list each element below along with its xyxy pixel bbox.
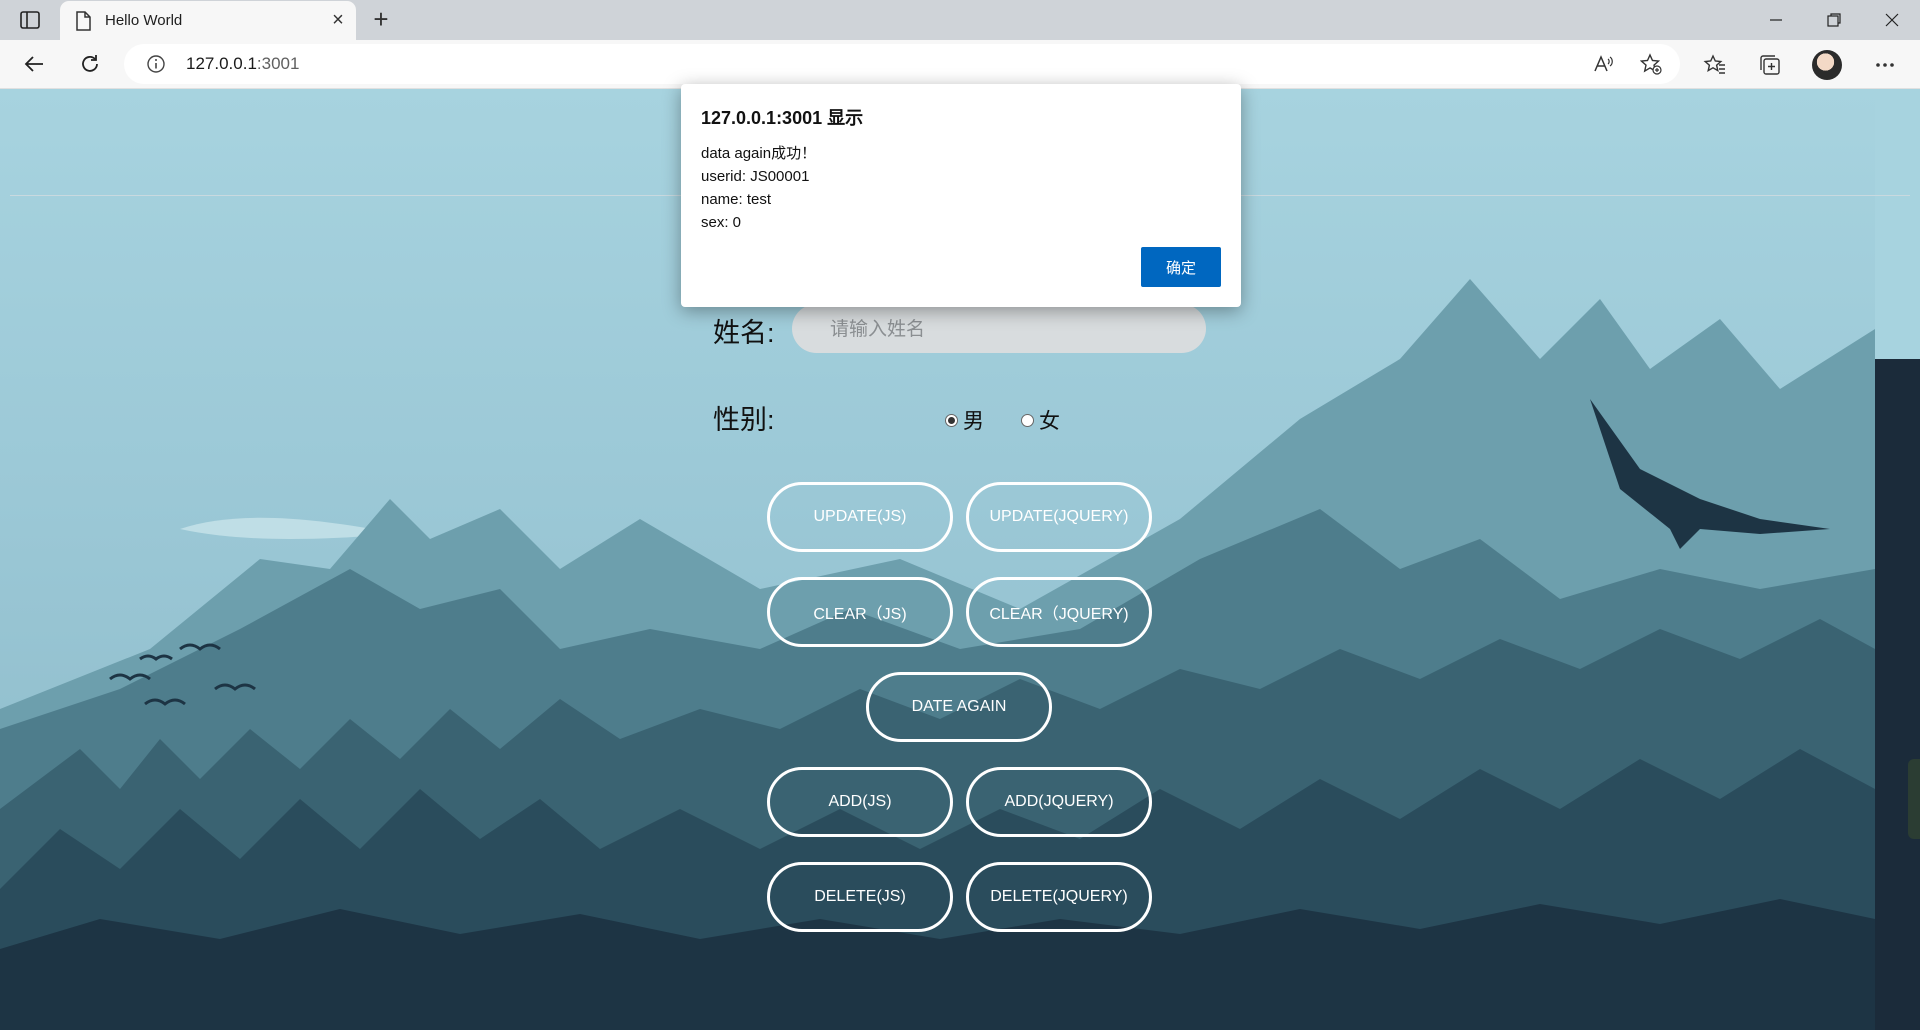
radio-female[interactable]: 女 bbox=[1021, 405, 1060, 435]
radio-female-button[interactable] bbox=[1021, 413, 1034, 427]
favorites-icon[interactable] bbox=[1702, 52, 1728, 78]
page-icon bbox=[74, 11, 92, 31]
dialog-line: name: test bbox=[701, 191, 772, 208]
radio-male-label: 男 bbox=[963, 410, 984, 433]
name-label: 姓名: bbox=[713, 318, 775, 348]
clear-jquery-button[interactable]: CLEAR（JQUERY) bbox=[966, 577, 1152, 647]
update-js-button[interactable]: UPDATE(JS) bbox=[767, 482, 953, 552]
browser-toolbar: 127.0.0.1:3001 bbox=[0, 40, 1920, 89]
radio-male[interactable]: 男 bbox=[945, 405, 984, 435]
site-info-icon[interactable] bbox=[146, 54, 166, 74]
add-js-button[interactable]: ADD(JS) bbox=[767, 767, 953, 837]
collections-icon[interactable] bbox=[1757, 52, 1783, 78]
dialog-line: sex: 0 bbox=[701, 214, 742, 231]
tab-strip: Hello World × + bbox=[0, 0, 1920, 40]
address-bar[interactable]: 127.0.0.1:3001 bbox=[124, 44, 1680, 84]
delete-jquery-button[interactable]: DELETE(JQUERY) bbox=[966, 862, 1152, 932]
ok-button[interactable]: 确定 bbox=[1141, 247, 1221, 287]
side-scroll-handle[interactable] bbox=[1908, 759, 1920, 839]
browser-tab[interactable]: Hello World × bbox=[60, 1, 356, 40]
reload-icon[interactable] bbox=[76, 50, 104, 78]
minimize-icon[interactable] bbox=[1750, 0, 1802, 40]
url-host: 127.0.0.1 bbox=[186, 54, 257, 73]
close-window-icon[interactable] bbox=[1866, 0, 1918, 40]
dialog-line: userid: JS00001 bbox=[701, 168, 810, 185]
delete-js-button[interactable]: DELETE(JS) bbox=[767, 862, 953, 932]
read-aloud-icon[interactable] bbox=[1592, 53, 1614, 75]
new-tab-icon[interactable]: + bbox=[368, 6, 394, 33]
url-port: :3001 bbox=[256, 54, 300, 73]
add-jquery-button[interactable]: ADD(JQUERY) bbox=[966, 767, 1152, 837]
radio-male-button[interactable] bbox=[945, 413, 958, 427]
tab-title: Hello World bbox=[105, 12, 183, 29]
sex-label: 性别: bbox=[713, 405, 775, 435]
dialog-message: data again成功！ userid: JS00001 name: test… bbox=[701, 142, 816, 234]
dialog-line: data again成功！ bbox=[701, 145, 817, 162]
profile-avatar[interactable] bbox=[1812, 50, 1842, 80]
back-arrow-icon[interactable] bbox=[20, 50, 48, 78]
name-input[interactable] bbox=[792, 304, 1206, 353]
date-again-button[interactable]: DATE AGAIN bbox=[866, 672, 1052, 742]
clear-js-button[interactable]: CLEAR（JS) bbox=[767, 577, 953, 647]
close-tab-icon[interactable]: × bbox=[328, 10, 348, 30]
restore-icon[interactable] bbox=[1808, 0, 1860, 40]
url-text[interactable]: 127.0.0.1:3001 bbox=[186, 54, 299, 74]
alert-dialog: 127.0.0.1:3001 显示 data again成功！ userid: … bbox=[681, 84, 1241, 307]
radio-female-label: 女 bbox=[1039, 410, 1060, 433]
dialog-title: 127.0.0.1:3001 显示 bbox=[701, 108, 864, 128]
tab-actions-icon[interactable] bbox=[18, 9, 42, 31]
add-favorite-icon[interactable] bbox=[1639, 53, 1662, 75]
more-menu-icon[interactable] bbox=[1872, 52, 1898, 78]
update-jquery-button[interactable]: UPDATE(JQUERY) bbox=[966, 482, 1152, 552]
